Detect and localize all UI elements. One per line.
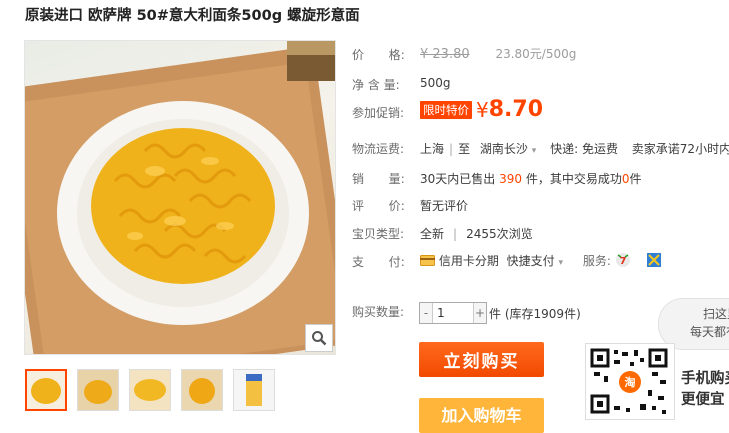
item-type-label: 宝贝类型: — [352, 227, 405, 241]
buy-now-button[interactable]: 立刻购买 — [419, 342, 544, 377]
product-main-image[interactable] — [24, 40, 336, 355]
view-count: 2455次浏览 — [466, 227, 533, 241]
quantity-label: 购买数量: — [352, 305, 405, 319]
payment-label: 支 付: — [352, 255, 406, 269]
promo-label: 参加促销: — [352, 106, 405, 120]
original-price: ¥ 23.80 — [420, 47, 470, 62]
rating-value[interactable]: 暂无评价 — [420, 197, 468, 214]
sold-count: 390 — [499, 172, 523, 186]
installment-option[interactable]: 信用卡分期 — [439, 254, 499, 268]
shipping-label: 物流运费: — [352, 142, 405, 156]
thumbnail[interactable] — [77, 369, 119, 411]
currency-symbol: ¥ — [476, 97, 489, 122]
stock-unit: 件 — [489, 307, 502, 321]
ship-to-prefix: 至 — [458, 142, 471, 156]
sales-row: 30天内已售出 390 件，其中交易成功0件 — [420, 170, 642, 187]
promo-row: 限时特价 ¥8.70 — [420, 97, 543, 122]
sales-prefix: 30天内已售出 — [420, 172, 496, 186]
decrement-button[interactable]: - — [420, 303, 432, 323]
price-label: 价 格: — [352, 48, 406, 62]
delivery-fee: 快递: 免运费 — [550, 142, 618, 156]
thumbnail-strip — [25, 369, 275, 411]
thumbnail[interactable] — [233, 369, 275, 411]
stock-count: (库存1909件) — [504, 307, 581, 321]
credit-card-icon — [420, 254, 435, 269]
promo-tag: 限时特价 — [420, 100, 472, 119]
scan-line2: 每天都有 — [690, 325, 729, 339]
thumbnail[interactable] — [129, 369, 171, 411]
sales-mid: 件，其中交易成功 — [525, 172, 622, 186]
quickpay-option[interactable]: 快捷支付 — [507, 254, 555, 268]
increment-button[interactable]: + — [474, 303, 486, 323]
scan-line1: 扫这里 — [703, 307, 729, 321]
stock-info: 件 (库存1909件) — [489, 305, 581, 322]
unit-price: 23.80元/500g — [495, 47, 577, 61]
svg-text:淘: 淘 — [625, 375, 636, 389]
shipping-row: 上海|至 湖南长沙 ▾ 快递: 免运费 卖家承诺72小时内发货 — [420, 140, 729, 157]
item-condition: 全新 — [420, 227, 445, 241]
ship-from: 上海 — [420, 142, 445, 156]
item-type-row: 全新 | 2455次浏览 — [420, 227, 533, 241]
pasta-photo — [25, 41, 335, 354]
quantity-stepper[interactable]: - 1 + — [419, 302, 487, 324]
rating-label: 评 价: — [352, 199, 406, 213]
svg-text:7: 7 — [619, 256, 626, 267]
chevron-down-icon[interactable]: ▾ — [559, 258, 564, 268]
qr-code[interactable]: 淘 — [585, 343, 675, 420]
product-title: 原装进口 欧萨牌 50#意大利面条500g 螺旋形意面 — [25, 8, 360, 24]
mobile-line2: 更便宜 — [681, 392, 725, 408]
service-badge-icon[interactable]: 7 — [615, 252, 631, 271]
sales-suffix: 件 — [629, 172, 642, 186]
mobile-line1: 手机购买 — [681, 371, 729, 387]
net-content-label: 净 含 量: — [352, 78, 400, 92]
zoom-icon[interactable] — [305, 324, 333, 352]
price-row: ¥ 23.80 23.80元/500g — [420, 45, 576, 62]
ship-promise: 卖家承诺72小时内发货 — [631, 142, 729, 156]
add-to-cart-button[interactable]: 加入购物车 — [419, 398, 544, 433]
payment-row: 信用卡分期 快捷支付 ▾ 服务: 7 — [420, 252, 661, 271]
thumbnail[interactable] — [181, 369, 223, 411]
success-count: 0 — [621, 172, 630, 186]
services-label: 服务: — [582, 254, 611, 268]
quantity-input[interactable]: 1 — [432, 303, 474, 323]
thumbnail[interactable] — [25, 369, 67, 411]
ship-to-select[interactable]: 湖南长沙 — [480, 142, 528, 156]
promo-price: 8.70 — [488, 97, 544, 122]
chevron-down-icon[interactable]: ▾ — [532, 146, 537, 156]
guarantee-badge-icon[interactable] — [646, 253, 661, 270]
net-content-value: 500g — [420, 76, 451, 90]
sales-label: 销 量: — [352, 172, 406, 186]
